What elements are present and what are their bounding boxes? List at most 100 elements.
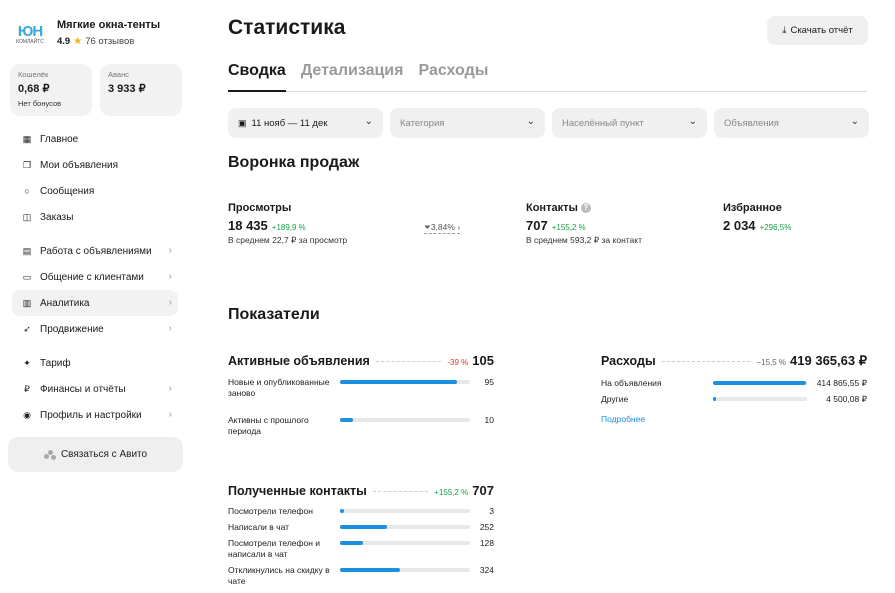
rocket-icon: ➶ bbox=[23, 324, 31, 334]
tab-bar: Сводка Детализация Расходы bbox=[228, 62, 867, 92]
wallet-value: 0,68 ₽ bbox=[18, 83, 50, 95]
sidebar-item-clients[interactable]: ▭ Общение с клиентами › bbox=[12, 264, 178, 290]
sidebar-item-label: Сообщения bbox=[40, 185, 95, 197]
sidebar-item-tariff[interactable]: ✦ Тариф bbox=[12, 350, 178, 376]
expenses-total: 419 365,63 ₽ bbox=[790, 353, 867, 368]
main-content: Статистика ⤓ Скачать отчёт Сводка Детали… bbox=[228, 0, 869, 593]
sidebar-item-ads-work[interactable]: ▤ Работа с объявлениями › bbox=[12, 238, 178, 264]
favorites-label: Избранное bbox=[723, 202, 782, 214]
views-value: 18 435 bbox=[228, 218, 268, 233]
date-range-value: 11 нояб — 11 дек bbox=[251, 117, 328, 129]
more-link[interactable]: Подробнее bbox=[601, 414, 645, 424]
row-label: Откликнулись на скидку в чате bbox=[228, 565, 330, 586]
wallet-card[interactable]: Кошелёк 0,68 ₽ Нет бонусов bbox=[10, 64, 92, 116]
sidebar-item-label: Заказы bbox=[40, 211, 74, 223]
sidebar-item-label: Финансы и отчёты bbox=[40, 383, 126, 395]
row-label: Активны с прошлого периода bbox=[228, 415, 309, 436]
box-icon: ◫ bbox=[22, 212, 32, 222]
expenses-delta: −15,5 % bbox=[756, 358, 787, 367]
advance-card[interactable]: Аванс 3 933 ₽ bbox=[100, 64, 182, 116]
metric-row: Новые и опубликованные заново 95 bbox=[228, 377, 494, 415]
category-select[interactable]: Категория ⌄ bbox=[390, 108, 545, 138]
row-label: На объявления bbox=[601, 378, 662, 388]
row-bar bbox=[340, 509, 470, 513]
contacts-value: 707 bbox=[526, 218, 548, 233]
contact-avito-button[interactable]: Связаться с Авито bbox=[8, 437, 183, 472]
views-delta: +189,9 % bbox=[271, 223, 306, 232]
sidebar-item-orders[interactable]: ◫ Заказы bbox=[12, 204, 178, 230]
ads-select[interactable]: Объявления ⌄ bbox=[714, 108, 869, 138]
download-report-button[interactable]: ⤓ Скачать отчёт bbox=[767, 16, 868, 45]
sidebar-item-profile[interactable]: ◉ Профиль и настройки › bbox=[12, 402, 178, 428]
row-value: 324 bbox=[479, 565, 494, 575]
funnel-views: Просмотры 18 435 +189,9 % В среднем 22,7… bbox=[228, 202, 347, 246]
sidebar-item-finance[interactable]: ₽ Финансы и отчёты › bbox=[12, 376, 178, 402]
logo-text: ЮН bbox=[17, 22, 43, 40]
download-label: Скачать отчёт bbox=[790, 25, 853, 36]
row-value: 252 bbox=[479, 522, 494, 532]
chat-bubble-icon: ▭ bbox=[22, 272, 32, 282]
sidebar-item-label: Главное bbox=[40, 133, 79, 145]
tab-expenses[interactable]: Расходы bbox=[418, 62, 488, 92]
row-bar bbox=[713, 397, 807, 401]
row-value: 10 bbox=[484, 415, 494, 425]
row-label: Написали в чат bbox=[228, 522, 290, 532]
funnel-title: Воронка продаж bbox=[228, 154, 360, 171]
avito-dots-icon bbox=[43, 449, 56, 460]
sidebar-item-label: Тариф bbox=[40, 357, 71, 369]
row-value: 414 865,55 ₽ bbox=[816, 378, 867, 388]
city-select[interactable]: Населённый пункт ⌄ bbox=[552, 108, 707, 138]
contacts-label: Контакты bbox=[526, 202, 578, 214]
sidebar-item-analytics[interactable]: ▥ Аналитика › bbox=[12, 290, 178, 316]
brand-rating[interactable]: 4.9 ★ 76 отзывов bbox=[57, 36, 160, 47]
brand-block[interactable]: ЮН КОМЛАЙТС Мягкие окна-тенты 4.9 ★ 76 о… bbox=[12, 16, 160, 52]
views-average: В среднем 22,7 ₽ за просмотр bbox=[228, 235, 348, 245]
sidebar-item-label: Аналитика bbox=[40, 297, 90, 309]
contacts-received-title: Полученные контакты bbox=[228, 484, 367, 498]
conversion-value: 3,84% bbox=[430, 222, 455, 232]
sales-funnel: Просмотры 18 435 +189,9 % В среднем 22,7… bbox=[228, 202, 868, 262]
row-label: Посмотрели телефон bbox=[228, 506, 313, 516]
tab-details[interactable]: Детализация bbox=[301, 62, 404, 92]
sidebar-item-promotion[interactable]: ➶ Продвижение › bbox=[12, 316, 178, 342]
metric-row: Посмотрели телефон и написали в чат 128 bbox=[228, 538, 494, 565]
row-bar bbox=[713, 381, 807, 385]
city-placeholder: Населённый пункт bbox=[562, 117, 644, 129]
chevron-down-icon: ⌄ bbox=[850, 116, 859, 127]
advance-label: Аванс bbox=[108, 70, 129, 79]
conversion-rate[interactable]: ⏷3,84% › bbox=[424, 222, 461, 234]
sidebar-item-messages[interactable]: ○ Сообщения bbox=[12, 178, 178, 204]
row-value: 3 bbox=[489, 506, 494, 516]
row-bar bbox=[340, 568, 470, 572]
sidebar-item-my-ads[interactable]: ❐ Мои объявления bbox=[12, 152, 178, 178]
date-range-select[interactable]: ▣ 11 нояб — 11 дек ⌄ bbox=[228, 108, 383, 138]
wallet-label: Кошелёк bbox=[18, 70, 49, 79]
metric-row: На объявления 414 865,55 ₽ bbox=[601, 378, 867, 394]
star-icon: ★ bbox=[73, 36, 83, 47]
grid-icon: ▦ bbox=[22, 134, 32, 144]
chevron-down-icon: ⌄ bbox=[364, 116, 373, 127]
filters-row: ▣ 11 нояб — 11 дек ⌄ Категория ⌄ Населён… bbox=[228, 108, 869, 138]
tab-summary[interactable]: Сводка bbox=[228, 62, 286, 92]
chevron-right-icon: › bbox=[457, 222, 461, 232]
row-label: Другие bbox=[601, 394, 629, 404]
contact-avito-label: Связаться с Авито bbox=[60, 449, 148, 460]
row-bar bbox=[340, 525, 470, 529]
sidebar-nav: ▦ Главное ❐ Мои объявления ○ Сообщения ◫… bbox=[12, 126, 178, 428]
chevron-down-icon: ⌄ bbox=[526, 116, 535, 127]
rating-value: 4.9 bbox=[57, 36, 71, 47]
chat-icon: ○ bbox=[24, 186, 30, 196]
ruble-icon: ₽ bbox=[24, 384, 30, 394]
views-label: Просмотры bbox=[228, 202, 292, 214]
help-icon[interactable]: ? bbox=[580, 203, 591, 213]
metric-row: Другие 4 500,08 ₽ bbox=[601, 394, 867, 412]
funnel-favorites: Избранное 2 034 +296,5% bbox=[723, 202, 791, 233]
favorites-delta: +296,5% bbox=[759, 223, 792, 232]
chevron-right-icon: › bbox=[168, 323, 172, 334]
row-value: 95 bbox=[484, 377, 494, 387]
brand-name[interactable]: Мягкие окна-тенты bbox=[57, 19, 160, 31]
sidebar-item-main[interactable]: ▦ Главное bbox=[12, 126, 178, 152]
chevron-right-icon: › bbox=[168, 271, 172, 282]
sidebar-item-label: Работа с объявлениями bbox=[40, 245, 152, 257]
metric-row: Активны с прошлого периода 10 bbox=[228, 415, 494, 441]
